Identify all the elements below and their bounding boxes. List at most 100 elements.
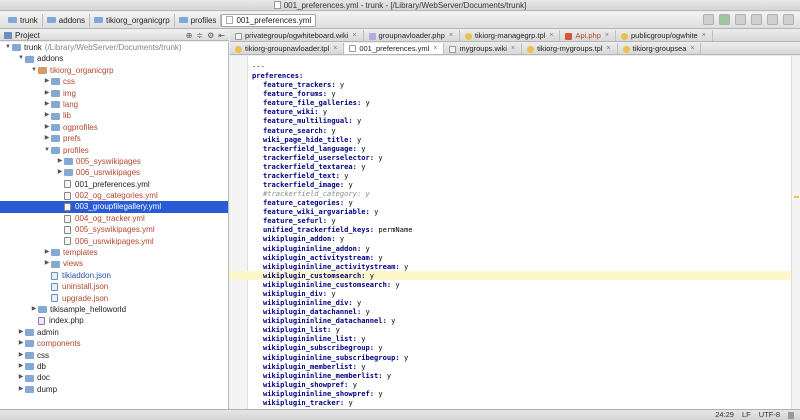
lock-icon[interactable] [788, 412, 794, 419]
tree-item[interactable]: ▼ addons [0, 53, 228, 64]
code-line[interactable]: trackerfield_language: y [252, 144, 413, 153]
editor-tab[interactable]: privategroup/ogwhiteboard.wiki × [230, 30, 364, 41]
code-line[interactable]: feature_forums: y [252, 89, 413, 98]
editor-tab[interactable]: tikiorg-groupnavloader.tpl × [230, 43, 345, 54]
tree-item[interactable]: ▼ tikiorg_organicgrp [0, 65, 228, 76]
tree-item[interactable]: ▶ doc [0, 372, 228, 383]
editor-tab[interactable]: tikiorg-groupsea × [618, 43, 702, 54]
collapsed-arrow-icon[interactable]: ▶ [56, 156, 64, 167]
close-icon[interactable]: × [449, 30, 453, 41]
debug-icon[interactable] [735, 14, 746, 25]
editor-lines[interactable]: --- preferences: feature_trackers: y featur… [252, 62, 413, 407]
editor-tab[interactable]: 001_preferences.yml × [344, 43, 445, 54]
code-line[interactable]: trackerfield_userselector: y [252, 153, 413, 162]
expanded-arrow-icon[interactable]: ▼ [43, 145, 51, 156]
back-icon[interactable] [703, 14, 714, 25]
tree-item[interactable]: ▼ trunk (/Library/WebServer/Documents/trun… [0, 42, 228, 53]
tree-item[interactable]: ▶ 005_syswikipages [0, 156, 228, 167]
collapsed-arrow-icon[interactable]: ▶ [43, 88, 51, 99]
expanded-arrow-icon[interactable]: ▼ [4, 42, 12, 53]
tree-item[interactable]: ▶ db [0, 361, 228, 372]
collapsed-arrow-icon[interactable]: ▶ [30, 304, 38, 315]
tree-item[interactable]: ▶ components [0, 338, 228, 349]
code-line[interactable]: wikiplugin_showpref: y [252, 380, 413, 389]
tree-item[interactable]: ▶ 006_usrwikipages [0, 167, 228, 178]
code-line[interactable]: feature_categories: y [252, 198, 413, 207]
breadcrumb-profiles[interactable]: profiles [175, 13, 222, 27]
close-icon[interactable]: × [549, 30, 553, 41]
code-line[interactable]: wikiplugininline_list: y [252, 334, 413, 343]
code-line[interactable]: preferences: [252, 71, 413, 80]
collapsed-arrow-icon[interactable]: ▶ [17, 327, 25, 338]
tree-item[interactable]: ▶ admin [0, 327, 228, 338]
editor-tab[interactable]: mygroups.wiki × [444, 43, 523, 54]
editor-tab[interactable]: publicgroup/ogwhite × [616, 30, 713, 41]
locate-icon[interactable]: ⊕ [186, 31, 193, 40]
settings-icon[interactable] [767, 14, 778, 25]
collapse-icon[interactable]: ≑ [196, 31, 203, 40]
expanded-arrow-icon[interactable]: ▼ [30, 65, 38, 76]
code-line[interactable]: trackerfield_text: y [252, 171, 413, 180]
code-line[interactable]: wikiplugininline_activitystream: y [252, 262, 413, 271]
breadcrumb-organicgrp[interactable]: tikiorg_organicgrp [90, 13, 175, 27]
code-line[interactable]: wikiplugin_list: y [252, 325, 413, 334]
close-icon[interactable]: × [333, 43, 337, 54]
close-icon[interactable]: × [605, 30, 609, 41]
tree-item[interactable]: ▶ lang [0, 99, 228, 110]
code-line[interactable]: wikiplugininline_customsearch: y [252, 280, 413, 289]
code-line[interactable]: wikiplugininline_addon: y [252, 244, 413, 253]
vcs-icon[interactable] [751, 14, 762, 25]
collapsed-arrow-icon[interactable]: ▶ [56, 167, 64, 178]
tree-item[interactable]: ▶ css [0, 350, 228, 361]
code-line[interactable]: feature_wiki: y [252, 107, 413, 116]
collapsed-arrow-icon[interactable]: ▶ [43, 247, 51, 258]
tree-item[interactable]: 006_usrwikipages.yml [0, 236, 228, 247]
code-line[interactable]: wikiplugin_addon: y [252, 234, 413, 243]
tree-item[interactable]: 002_og_categories.yml [0, 190, 228, 201]
code-line[interactable]: feature_wiki_argvariable: y [252, 207, 413, 216]
code-line[interactable]: wikiplugin_subscribegroup: y [252, 343, 413, 352]
tree-item[interactable]: 003_groupfilegallery.yml [0, 201, 228, 213]
code-line[interactable]: wikiplugin_activitystream: y [252, 253, 413, 262]
close-icon[interactable]: × [702, 30, 706, 41]
close-icon[interactable]: × [607, 43, 611, 54]
tree-item[interactable]: upgrade.json [0, 293, 228, 304]
gear-icon[interactable]: ⚙ [207, 31, 214, 40]
tree-item[interactable]: ▼ profiles [0, 145, 228, 156]
file-encoding[interactable]: UTF-8 [759, 410, 780, 420]
collapsed-arrow-icon[interactable]: ▶ [43, 110, 51, 121]
code-line[interactable]: feature_search: y [252, 126, 413, 135]
collapsed-arrow-icon[interactable]: ▶ [43, 133, 51, 144]
close-icon[interactable]: × [690, 43, 694, 54]
help-icon[interactable] [783, 14, 794, 25]
close-icon[interactable]: × [433, 43, 437, 54]
tree-item[interactable]: ▶ views [0, 258, 228, 269]
breadcrumb-addons[interactable]: addons [43, 13, 91, 27]
code-line[interactable]: wikiplugininline_subscribegroup: y [252, 353, 413, 362]
code-line[interactable]: unified_trackerfield_keys: permName [252, 225, 413, 234]
run-icon[interactable] [719, 14, 730, 25]
editor-tab[interactable]: tikiorg-mygroups.tpl × [522, 43, 618, 54]
tree-item[interactable]: ▶ img [0, 88, 228, 99]
code-line[interactable]: feature_file_galleries: y [252, 98, 413, 107]
collapsed-arrow-icon[interactable]: ▶ [17, 350, 25, 361]
collapsed-arrow-icon[interactable]: ▶ [43, 99, 51, 110]
code-line[interactable]: #trackerfield_category: y [252, 189, 413, 198]
tree-item[interactable]: 001_preferences.yml [0, 179, 228, 190]
editor-tab[interactable]: groupnavloader.php × [364, 30, 460, 41]
tree-item[interactable]: ▶ dump [0, 384, 228, 395]
collapsed-arrow-icon[interactable]: ▶ [17, 338, 25, 349]
code-line[interactable]: wikiplugin_customsearch: y [252, 271, 413, 280]
code-line[interactable]: wikiplugin_tracker: y [252, 398, 413, 407]
tree-item[interactable]: tikiaddon.json [0, 270, 228, 281]
code-line[interactable]: feature_trackers: y [252, 80, 413, 89]
tree-item[interactable]: ▶ tikisample_helloworld [0, 304, 228, 315]
tree-item[interactable]: ▶ css [0, 76, 228, 87]
collapsed-arrow-icon[interactable]: ▶ [17, 384, 25, 395]
tree-item[interactable]: ▶ templates [0, 247, 228, 258]
expanded-arrow-icon[interactable]: ▼ [17, 53, 25, 64]
collapsed-arrow-icon[interactable]: ▶ [43, 76, 51, 87]
tree-item[interactable]: ▶ lib [0, 110, 228, 121]
project-panel-title[interactable]: Project [15, 31, 40, 40]
editor-tab[interactable]: tikiorg-managegrp.tpl × [460, 30, 561, 41]
